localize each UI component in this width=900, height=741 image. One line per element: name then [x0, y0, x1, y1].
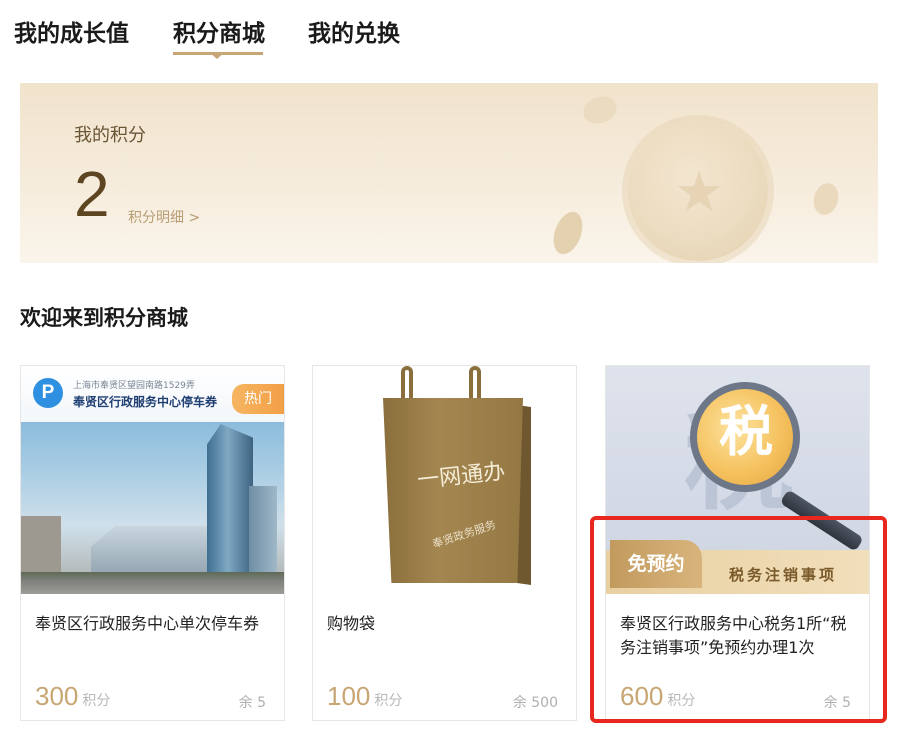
tab-my-exchange[interactable]: 我的兑换 — [308, 14, 400, 48]
price-value: 300 — [35, 681, 79, 711]
building-illustration — [91, 526, 211, 578]
coupon-name: 奉贤区行政服务中心停车券 — [73, 395, 218, 409]
product-image: P 上海市奉贤区望园南路1529弄 奉贤区行政服务中心停车券 热门 — [21, 366, 284, 594]
lens-char: 税 — [719, 400, 773, 463]
tab-growth-value[interactable]: 我的成长值 — [14, 14, 129, 48]
tab-bar: 我的成长值 积分商城 我的兑换 — [0, 0, 900, 60]
ground-illustration — [21, 572, 284, 594]
points-value: 2 — [74, 158, 110, 230]
product-card-shopping-bag[interactable]: 一网通办 奉贤政务服务 购物袋 100 积分 余 500 — [312, 365, 577, 721]
price-unit: 积分 — [374, 693, 403, 709]
product-title: 购物袋 — [327, 614, 376, 633]
magnifier-icon: 税 — [690, 382, 800, 492]
active-tab-caret-icon — [209, 52, 225, 59]
product-stock: 余 500 — [512, 695, 558, 711]
tower-illustration — [207, 424, 253, 594]
price-value: 100 — [327, 681, 371, 711]
product-title: 奉贤区行政服务中心税务1所“税务注销事项”免预约办理1次 — [620, 614, 847, 657]
hot-badge: 热门 — [232, 384, 284, 414]
price-value: 600 — [620, 681, 664, 711]
price-unit: 积分 — [82, 693, 111, 709]
product-stock: 余 5 — [238, 695, 266, 711]
product-image: 税 税 免预约 税务注销事项 — [606, 366, 869, 594]
parking-icon: P — [33, 378, 63, 408]
product-price: 600 积分 — [620, 681, 695, 712]
star-coin-icon: ★ — [628, 121, 768, 261]
product-image: 一网通办 奉贤政务服务 — [313, 366, 576, 594]
product-price: 100 积分 — [327, 681, 402, 712]
price-unit: 积分 — [667, 693, 696, 709]
points-detail-link[interactable]: 积分明细 > — [128, 207, 200, 227]
product-title: 奉贤区行政服务中心单次停车券 — [35, 614, 260, 633]
star-icon: ★ — [674, 160, 725, 225]
coin-decoration-icon — [810, 180, 842, 218]
tax-tag: 税务注销事项 — [728, 566, 837, 584]
tab-points-mall[interactable]: 积分商城 — [173, 14, 265, 48]
building-illustration — [21, 516, 61, 576]
no-appointment-badge: 免预约 — [610, 540, 702, 588]
product-price: 300 积分 — [35, 681, 110, 712]
section-title: 欢迎来到积分商城 — [20, 306, 188, 330]
coin-decoration-icon — [579, 91, 621, 129]
product-card-parking-coupon[interactable]: P 上海市奉贤区望园南路1529弄 奉贤区行政服务中心停车券 热门 奉贤区行政服… — [20, 365, 285, 721]
points-banner: ★ 我的积分 2 积分明细 > — [20, 83, 878, 263]
product-card-tax-appointment[interactable]: 税 税 免预约 税务注销事项 奉贤区行政服务中心税务1所“税务注销事项”免预约办… — [605, 365, 870, 721]
coin-decoration-icon — [548, 207, 588, 259]
coupon-address: 上海市奉贤区望园南路1529弄 — [73, 381, 195, 391]
points-label: 我的积分 — [74, 125, 146, 146]
product-stock: 余 5 — [823, 695, 851, 711]
